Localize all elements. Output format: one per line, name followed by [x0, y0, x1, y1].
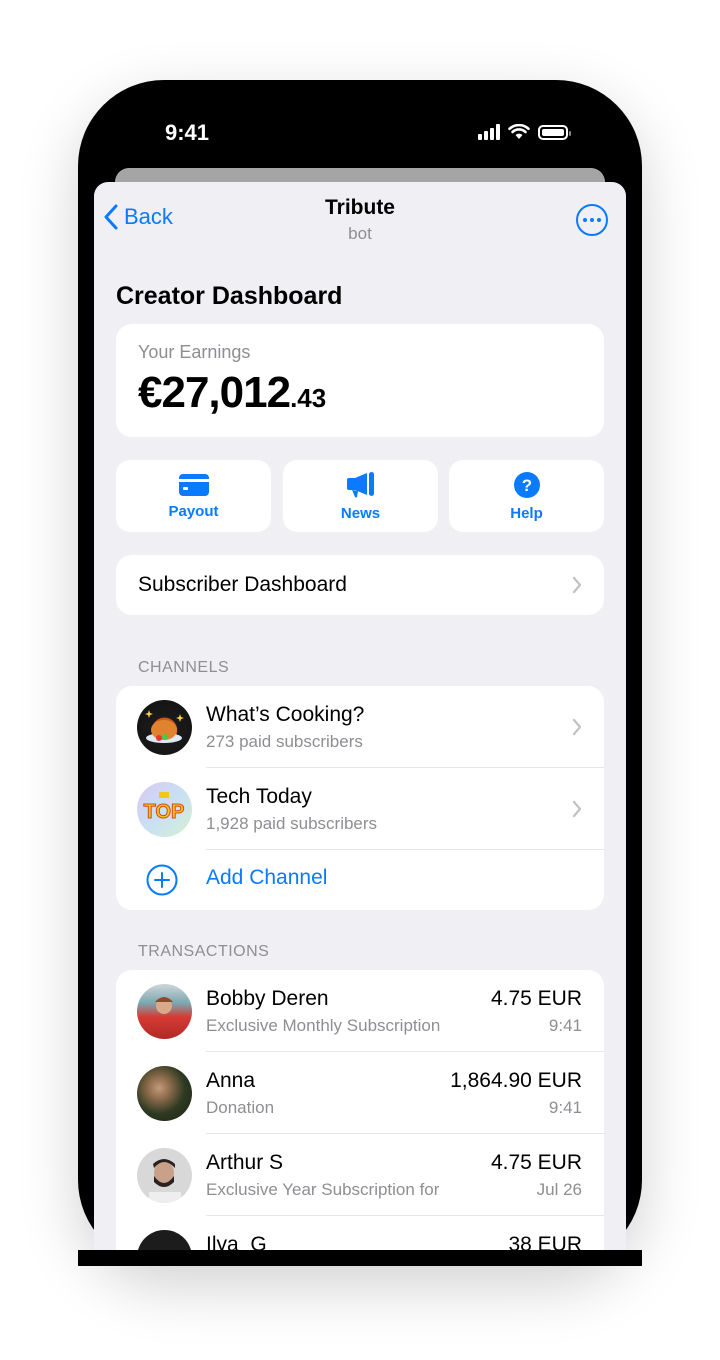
ellipsis-icon	[583, 218, 587, 222]
transaction-row[interactable]: Arthur S Exclusive Year Subscription for…	[116, 1134, 604, 1216]
transaction-time: 9:41	[548, 1016, 582, 1035]
status-icons	[478, 124, 571, 140]
news-button[interactable]: News	[283, 460, 438, 532]
signal-icon	[478, 124, 500, 140]
navigation-bar: Back Tribute bot	[94, 182, 626, 252]
earnings-card: Your Earnings €27,012.43	[116, 324, 604, 437]
earnings-cents: .43	[290, 383, 327, 413]
add-channel-label: Add Channel	[206, 866, 328, 889]
subscriber-dashboard-button[interactable]: Subscriber Dashboard	[116, 555, 604, 615]
payout-button[interactable]: Payout	[116, 460, 271, 532]
transaction-amount: 1,864.90 EUR	[450, 1069, 582, 1092]
nav-title: Tribute	[324, 196, 395, 219]
user-avatar	[137, 1230, 192, 1250]
transaction-amount: 4.75 EUR	[490, 987, 582, 1010]
earnings-label: Your Earnings	[138, 342, 251, 362]
status-time: 9:41	[165, 120, 210, 145]
svg-text:?: ?	[521, 476, 531, 495]
chevron-right-icon	[572, 576, 582, 594]
transaction-name: Ilya_G	[206, 1233, 267, 1250]
channel-subscribers: 273 paid subscribers	[206, 732, 363, 751]
help-button[interactable]: ? Help	[449, 460, 604, 532]
credit-card-icon	[178, 473, 209, 496]
transaction-row[interactable]: Bobby Deren Exclusive Monthly Subscripti…	[116, 970, 604, 1052]
earnings-main: €27,012	[138, 368, 291, 417]
megaphone-icon	[346, 471, 374, 497]
transaction-description: Exclusive Year Subscription for	[206, 1180, 440, 1199]
transaction-amount: 38 EUR	[508, 1233, 582, 1250]
channel-avatar	[137, 700, 192, 755]
text-fade	[436, 1014, 476, 1038]
more-options-button[interactable]	[576, 204, 608, 236]
payout-label: Payout	[168, 502, 219, 520]
transaction-description: Donation	[206, 1098, 275, 1117]
transaction-row[interactable]: Anna Donation 1,864.90 EUR 9:41	[116, 1052, 604, 1134]
transaction-name: Bobby Deren	[206, 987, 329, 1010]
help-label: Help	[510, 504, 543, 522]
channel-item[interactable]: What’s Cooking? 273 paid subscribers	[116, 686, 604, 768]
user-avatar	[137, 1148, 192, 1203]
chevron-right-icon	[572, 800, 582, 818]
channel-title: What’s Cooking?	[206, 703, 365, 726]
plus-circle-icon	[146, 864, 178, 896]
transaction-name: Anna	[206, 1069, 256, 1092]
wifi-icon	[508, 124, 530, 139]
transaction-time: Jul 26	[536, 1180, 582, 1199]
transaction-name: Arthur S	[206, 1151, 284, 1174]
transaction-amount: 4.75 EUR	[490, 1151, 582, 1174]
transaction-row[interactable]: Ilya_G 38 EUR	[116, 1216, 604, 1250]
question-circle-icon: ?	[513, 471, 540, 498]
chevron-right-icon	[572, 718, 582, 736]
text-fade	[436, 1178, 476, 1202]
nav-subtitle: bot	[348, 224, 372, 243]
subscriber-dashboard-label: Subscriber Dashboard	[138, 573, 347, 596]
screen: Back Tribute bot Creator Dashboard Your …	[94, 182, 626, 1250]
channel-subscribers: 1,928 paid subscribers	[206, 814, 378, 833]
page-title: Creator Dashboard	[116, 282, 343, 310]
channels-header: CHANNELS	[138, 659, 230, 676]
user-avatar	[137, 1066, 192, 1121]
channel-avatar: TOP	[137, 782, 192, 837]
transaction-time: 9:41	[548, 1098, 582, 1117]
battery-icon	[538, 124, 571, 140]
earnings-amount: €27,012.43	[138, 368, 326, 418]
transactions-header: TRANSACTIONS	[138, 943, 270, 960]
channel-item[interactable]: TOP Tech Today 1,928 paid subscribers	[116, 768, 604, 850]
user-avatar	[137, 984, 192, 1039]
add-channel-button[interactable]: Add Channel	[116, 850, 604, 910]
transaction-description: Exclusive Monthly Subscription	[206, 1016, 441, 1035]
svg-text:TOP: TOP	[144, 801, 185, 823]
transactions-card: Bobby Deren Exclusive Monthly Subscripti…	[116, 970, 604, 1250]
channel-title: Tech Today	[206, 785, 312, 808]
channels-card: What’s Cooking? 273 paid subscribers TOP…	[116, 686, 604, 910]
news-label: News	[340, 504, 381, 522]
phone-bottom-bezel	[78, 1250, 642, 1266]
